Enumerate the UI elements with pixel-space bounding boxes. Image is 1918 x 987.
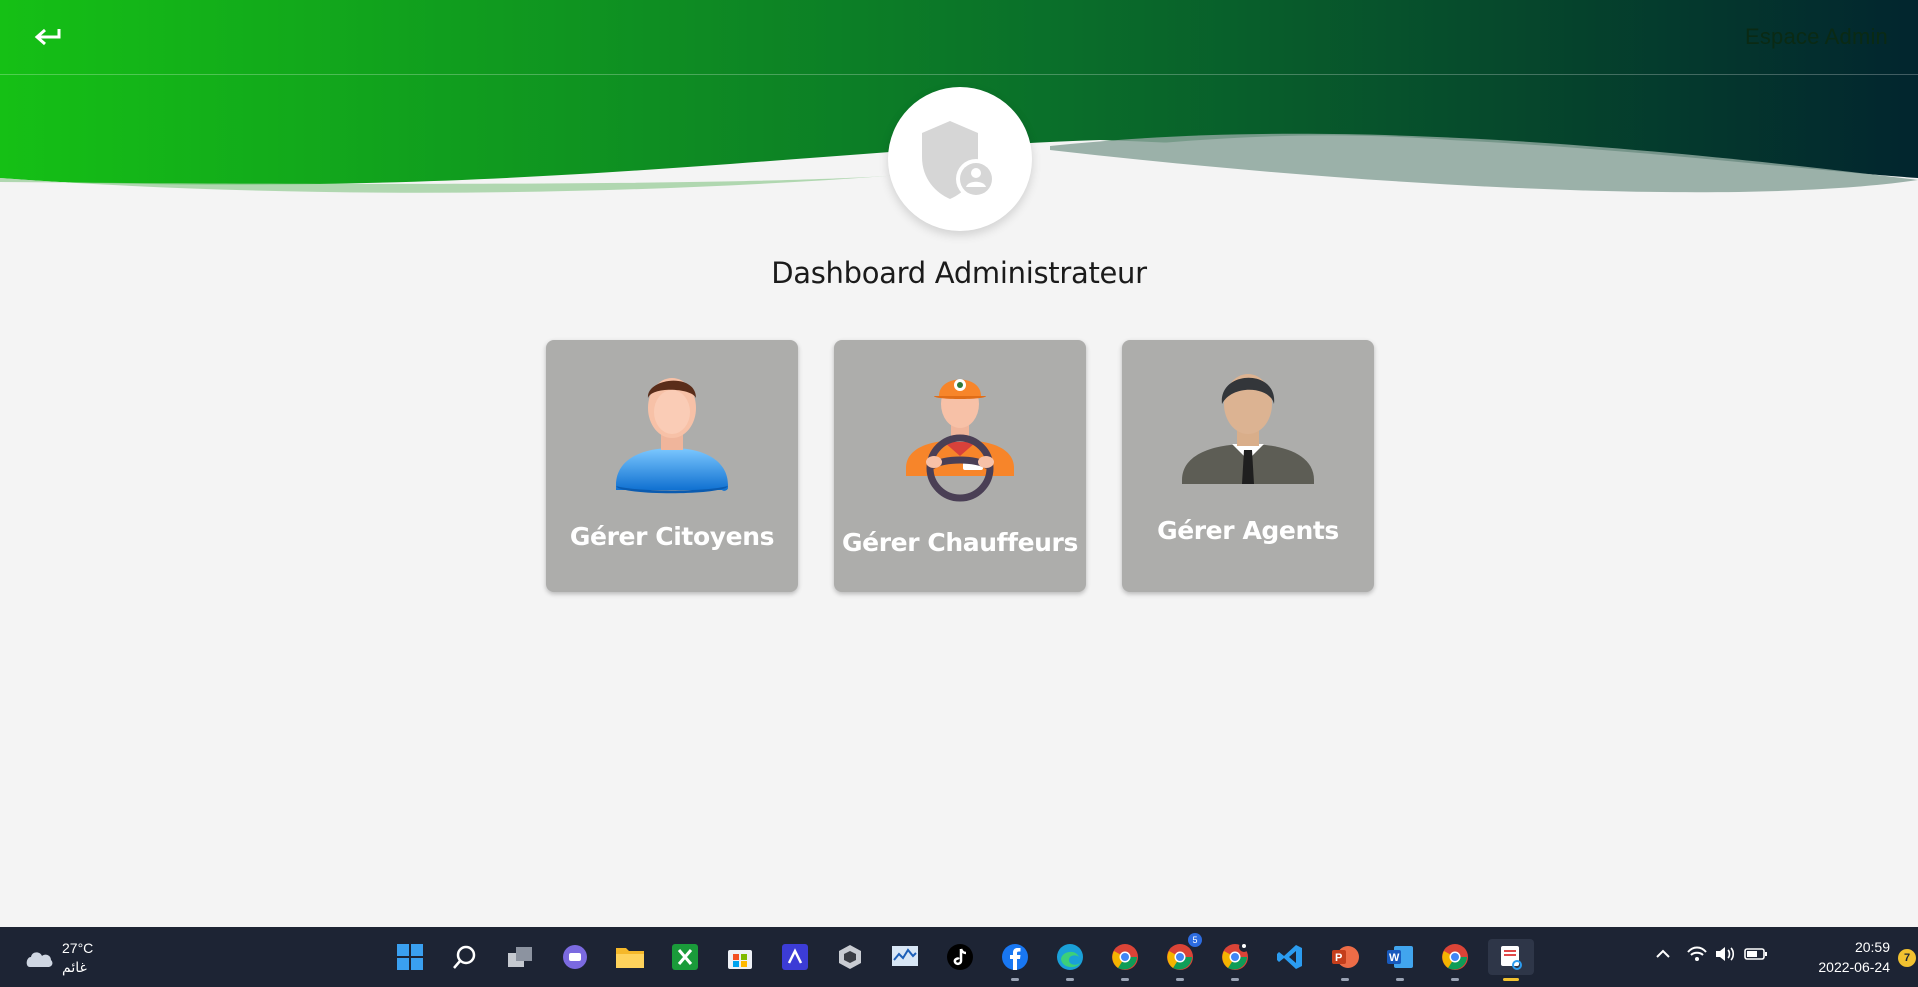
card-label: Gérer Agents <box>1157 516 1339 545</box>
wifi-icon[interactable] <box>1686 945 1708 963</box>
card-label: Gérer Chauffeurs <box>842 528 1078 557</box>
clock-time: 20:59 <box>1854 939 1890 955</box>
search-icon[interactable] <box>447 939 483 975</box>
chrome-profile-1-icon[interactable] <box>1107 939 1143 981</box>
cloud-icon <box>26 952 53 967</box>
manage-agents-card[interactable]: Gérer Agents <box>1122 340 1374 592</box>
notification-count-badge[interactable]: 7 <box>1898 949 1916 967</box>
toolbar: Espace Admin <box>0 0 1918 75</box>
clock-date: 2022-06-24 <box>1818 959 1890 975</box>
weather-condition: غائم <box>62 959 87 975</box>
windows-start-icon[interactable] <box>392 939 428 975</box>
microsoft-store-icon[interactable] <box>722 939 758 975</box>
edge-icon[interactable] <box>1052 939 1088 981</box>
file-explorer-icon[interactable] <box>612 939 648 975</box>
volume-icon[interactable] <box>1714 945 1736 963</box>
task-view-icon[interactable] <box>502 939 538 975</box>
manage-drivers-card[interactable]: Gérer Chauffeurs <box>834 340 1086 592</box>
notification-badge: 5 <box>1188 933 1202 947</box>
word-icon[interactable]: W <box>1382 939 1418 981</box>
battery-icon[interactable] <box>1744 947 1768 961</box>
system-tray <box>1654 945 1768 963</box>
citizen-icon <box>616 378 728 494</box>
svg-text:P: P <box>1335 952 1342 964</box>
windows-taskbar: 27°C غائم 5 P W 20:59 2022-06-24 7 <box>0 927 1918 987</box>
weather-widget[interactable]: 27°C غائم <box>22 939 93 977</box>
chevron-up-icon[interactable] <box>1654 947 1672 961</box>
chrome-profile-3-icon[interactable] <box>1217 939 1253 981</box>
facebook-icon[interactable] <box>997 939 1033 981</box>
chrome-profile-2-icon[interactable]: 5 <box>1162 933 1202 981</box>
vscode-icon[interactable] <box>1272 939 1308 975</box>
resource-monitor-icon[interactable] <box>887 939 923 975</box>
header-title: Espace Admin <box>1744 24 1888 49</box>
xbox-icon[interactable] <box>667 939 703 975</box>
page-title: Dashboard Administrateur <box>771 256 1147 290</box>
back-arrow-icon <box>34 28 61 46</box>
svg-text:W: W <box>1389 952 1400 964</box>
manage-citizens-card[interactable]: Gérer Citoyens <box>546 340 798 592</box>
tiktok-icon[interactable] <box>942 939 978 975</box>
card-label: Gérer Citoyens <box>569 522 775 551</box>
back-button[interactable] <box>28 18 68 58</box>
unity-icon[interactable] <box>832 939 868 975</box>
teams-chat-icon[interactable] <box>557 939 593 975</box>
chrome-icon[interactable] <box>1437 939 1473 981</box>
shield-user-icon <box>922 121 996 199</box>
vscode-insiders-icon[interactable] <box>777 939 813 975</box>
weather-temp: 27°C <box>62 940 94 956</box>
clock[interactable]: 20:59 2022-06-24 <box>1818 937 1890 977</box>
snipping-tool-icon[interactable] <box>1488 939 1534 981</box>
powerpoint-icon[interactable]: P <box>1327 939 1363 981</box>
agent-icon <box>1182 374 1314 484</box>
admin-avatar <box>888 87 1032 231</box>
